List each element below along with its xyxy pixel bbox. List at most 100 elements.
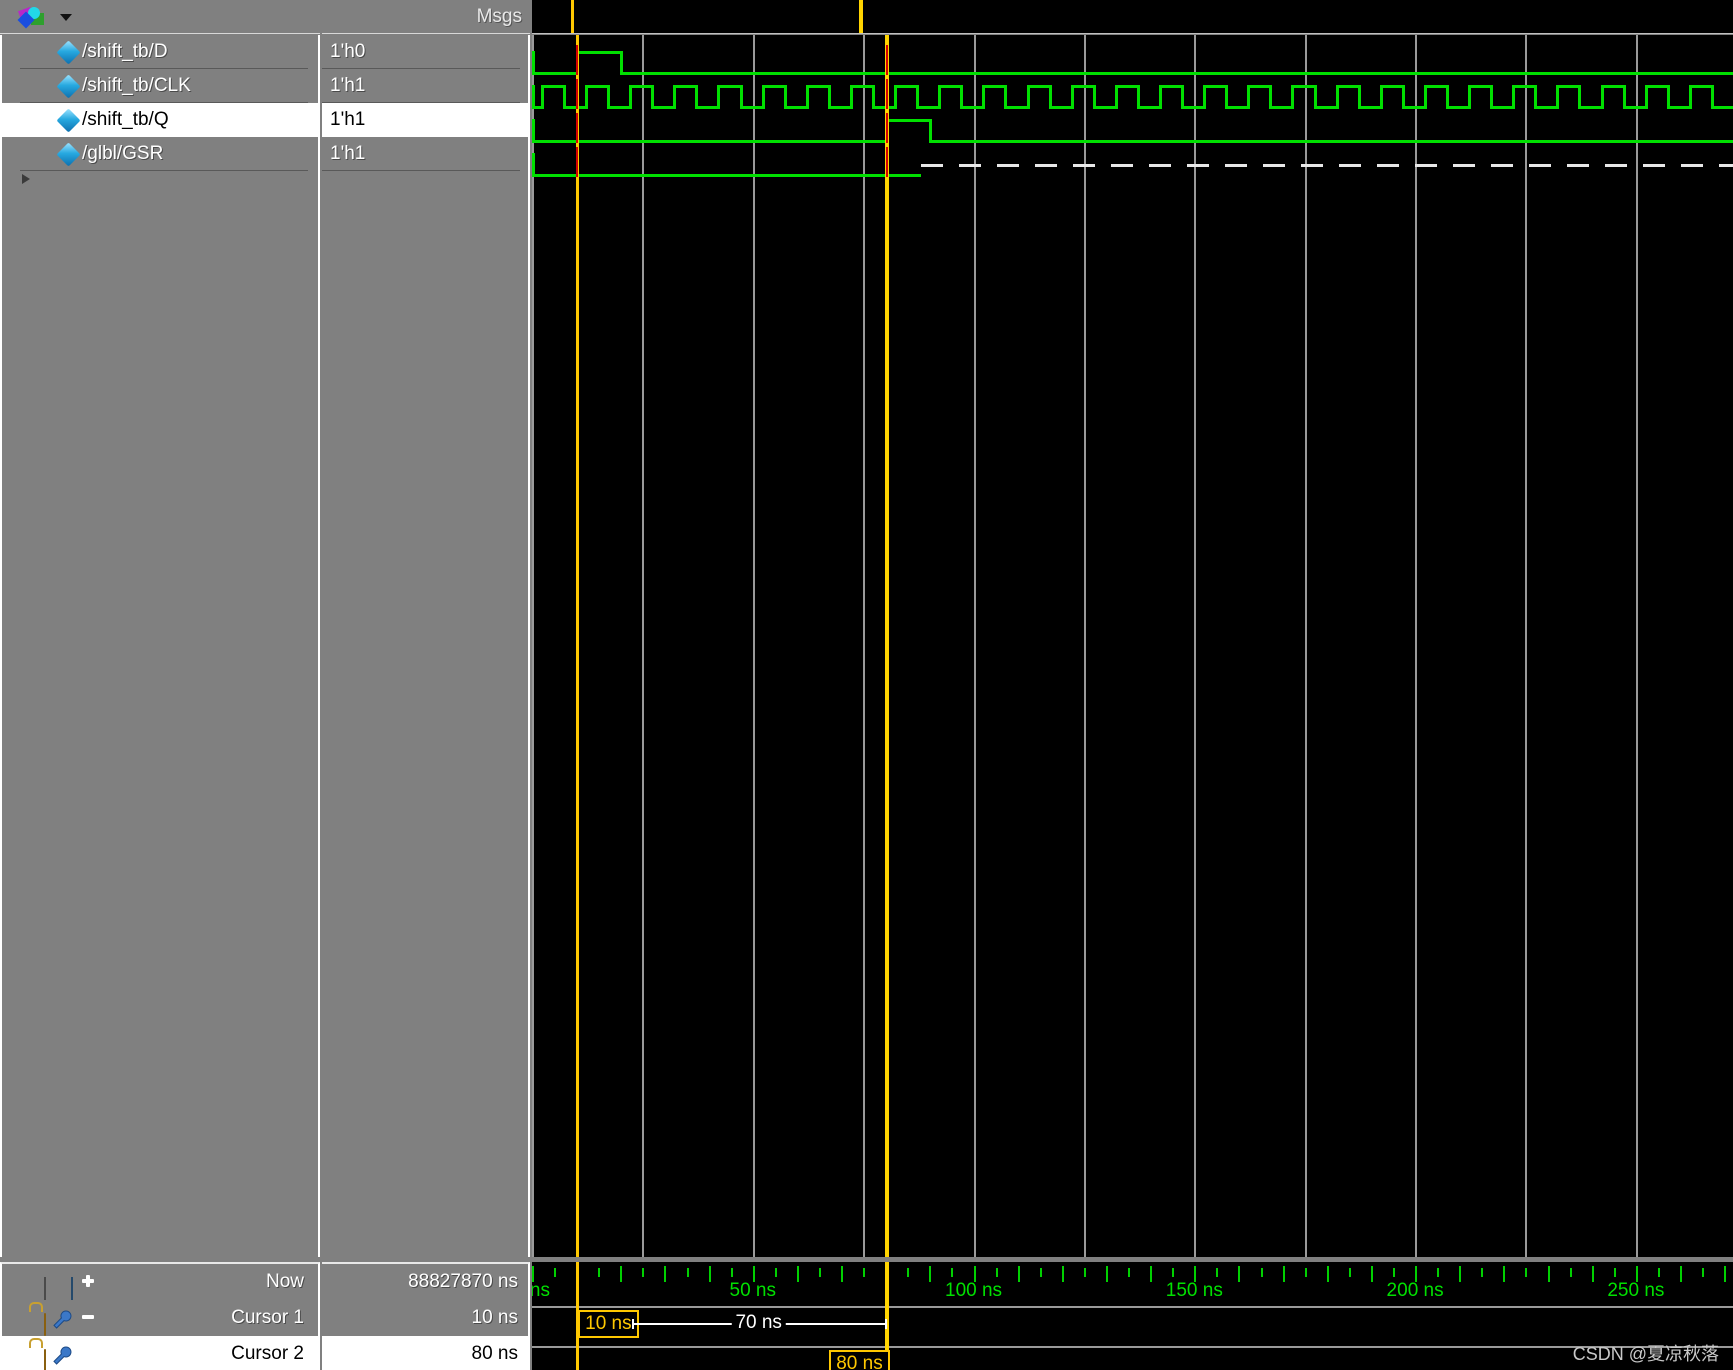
gridline (1304, 35, 1307, 1257)
status-row-cursor1[interactable]: Cursor 1 (2, 1300, 318, 1336)
status-row-now[interactable]: Now (2, 1264, 318, 1300)
wave-cursor-2[interactable] (885, 35, 890, 1257)
status-label: Cursor 2 (231, 1343, 304, 1364)
ruler-major-tick (1591, 1266, 1594, 1282)
unknown-value-line (920, 164, 1733, 167)
wave-edge (1468, 85, 1472, 109)
wave-segment (1600, 85, 1623, 88)
time-ruler[interactable]: 0 ns 50 ns 100 ns 150 ns 200 ns 250 ns 10 ns 8… (532, 1262, 1733, 1370)
ruler-major-tick (1282, 1266, 1285, 1282)
wave-segment (1423, 85, 1446, 88)
ruler-label: 150 ns (1165, 1280, 1223, 1301)
wave-segment (761, 85, 784, 88)
wave-edge (1158, 85, 1162, 109)
signal-diamond-icon (56, 108, 81, 133)
signal-value-pane: 1'h0 1'h1 1'h1 1'h1 (322, 35, 530, 1257)
lock-icon[interactable] (44, 1313, 46, 1336)
header-cursor1-marker (571, 0, 574, 33)
cursor2-icon-group[interactable] (24, 1343, 100, 1370)
cursor-crossing-marker (886, 147, 889, 177)
wave-segment (1247, 85, 1270, 88)
status-value-cursor1: 10 ns (322, 1300, 528, 1336)
ruler-major-tick (796, 1266, 799, 1282)
wave-segment (1136, 106, 1159, 109)
now-view-icon[interactable] (71, 1277, 73, 1300)
wave-segment (576, 51, 621, 54)
wave-edge (584, 85, 588, 109)
wave-segment (1512, 85, 1535, 88)
waveform-canvas[interactable] (532, 35, 1733, 1257)
header-cursor2-marker (859, 0, 863, 33)
wave-segment (607, 106, 630, 109)
wave-cursor-1[interactable] (576, 35, 580, 1257)
ruler-label: 200 ns (1386, 1280, 1444, 1301)
cursor2-time-box[interactable]: 80 ns (829, 1350, 890, 1370)
value-label: 1'h1 (330, 75, 366, 96)
gridline (1635, 35, 1638, 1257)
now-range-icon[interactable] (44, 1277, 46, 1300)
wrench-icon[interactable] (51, 1308, 73, 1330)
tree-expand-icon[interactable] (22, 174, 30, 184)
signal-name-pane[interactable]: /shift_tb/D /shift_tb/CLK /shift_tb/Q /g… (0, 35, 320, 1257)
gridline (752, 35, 755, 1257)
wave-object-icon[interactable] (16, 5, 56, 29)
lock-icon[interactable] (44, 1349, 46, 1370)
wave-segment (695, 106, 718, 109)
ruler-minor-tick (1569, 1268, 1572, 1277)
msgs-column-header[interactable]: Msgs (322, 0, 530, 34)
wave-edge (540, 85, 544, 109)
signal-row-q[interactable]: /shift_tb/Q (2, 103, 318, 137)
ruler-minor-tick (1348, 1268, 1351, 1277)
wave-edge (1070, 85, 1074, 109)
cursor-delta-endpoint (885, 1319, 888, 1329)
wave-segment (849, 85, 872, 88)
wave-column-header (532, 0, 1733, 34)
signal-name-label: /glbl/GSR (82, 143, 164, 164)
wave-segment (938, 85, 961, 88)
wave-edge (717, 85, 721, 109)
value-row-d: 1'h0 (322, 35, 528, 69)
wrench-icon[interactable] (51, 1344, 73, 1366)
status-label-pane[interactable]: Now Cursor 1 Cursor 2 (0, 1262, 320, 1370)
ruler-major-tick (1238, 1266, 1241, 1282)
cursor1-time-box[interactable]: 10 ns (578, 1310, 639, 1338)
wave-segment (1490, 106, 1513, 109)
status-row-cursor2[interactable]: Cursor 2 (2, 1336, 318, 1370)
name-column-header[interactable] (0, 0, 320, 34)
cursor-crossing-marker (886, 45, 889, 75)
ruler-divider-1 (532, 1306, 1733, 1308)
wave-segment (532, 72, 577, 75)
wave-edge (532, 85, 535, 109)
wave-segment (1114, 85, 1137, 88)
ruler-major-tick (841, 1266, 844, 1282)
wave-edge (894, 85, 898, 109)
wave-segment (871, 106, 895, 109)
signal-row-d[interactable]: /shift_tb/D (2, 35, 318, 69)
ruler-label: 250 ns (1607, 1280, 1665, 1301)
cursor-crossing-marker (576, 113, 579, 143)
wave-edge (532, 153, 535, 177)
gridline (863, 35, 866, 1257)
ruler-minor-tick (1393, 1268, 1395, 1277)
ruler-major-tick (1106, 1266, 1108, 1282)
chevron-down-icon[interactable] (60, 14, 72, 21)
status-value-now: 88827870 ns (322, 1264, 528, 1300)
wave-segment (1313, 106, 1336, 109)
ruler-major-tick (708, 1266, 711, 1282)
status-value-label: 88827870 ns (408, 1271, 518, 1292)
signal-row-clk[interactable]: /shift_tb/CLK (2, 69, 318, 103)
cursor1-icon-group[interactable] (24, 1307, 100, 1336)
now-icon-group[interactable] (24, 1271, 100, 1300)
wave-segment (1556, 85, 1579, 88)
signal-row-gsr[interactable]: /glbl/GSR (2, 137, 318, 171)
gridline (532, 35, 534, 1257)
wave-segment (1291, 85, 1314, 88)
wave-edge (1335, 85, 1339, 109)
row-divider (20, 170, 308, 171)
ruler-minor-tick (598, 1268, 601, 1277)
status-value-label: 10 ns (471, 1307, 518, 1328)
wave-segment (929, 140, 1733, 143)
status-value-pane: 88827870 ns 10 ns 80 ns (322, 1262, 530, 1370)
ruler-minor-tick (1039, 1268, 1042, 1277)
ruler-label: 0 ns (532, 1280, 550, 1301)
